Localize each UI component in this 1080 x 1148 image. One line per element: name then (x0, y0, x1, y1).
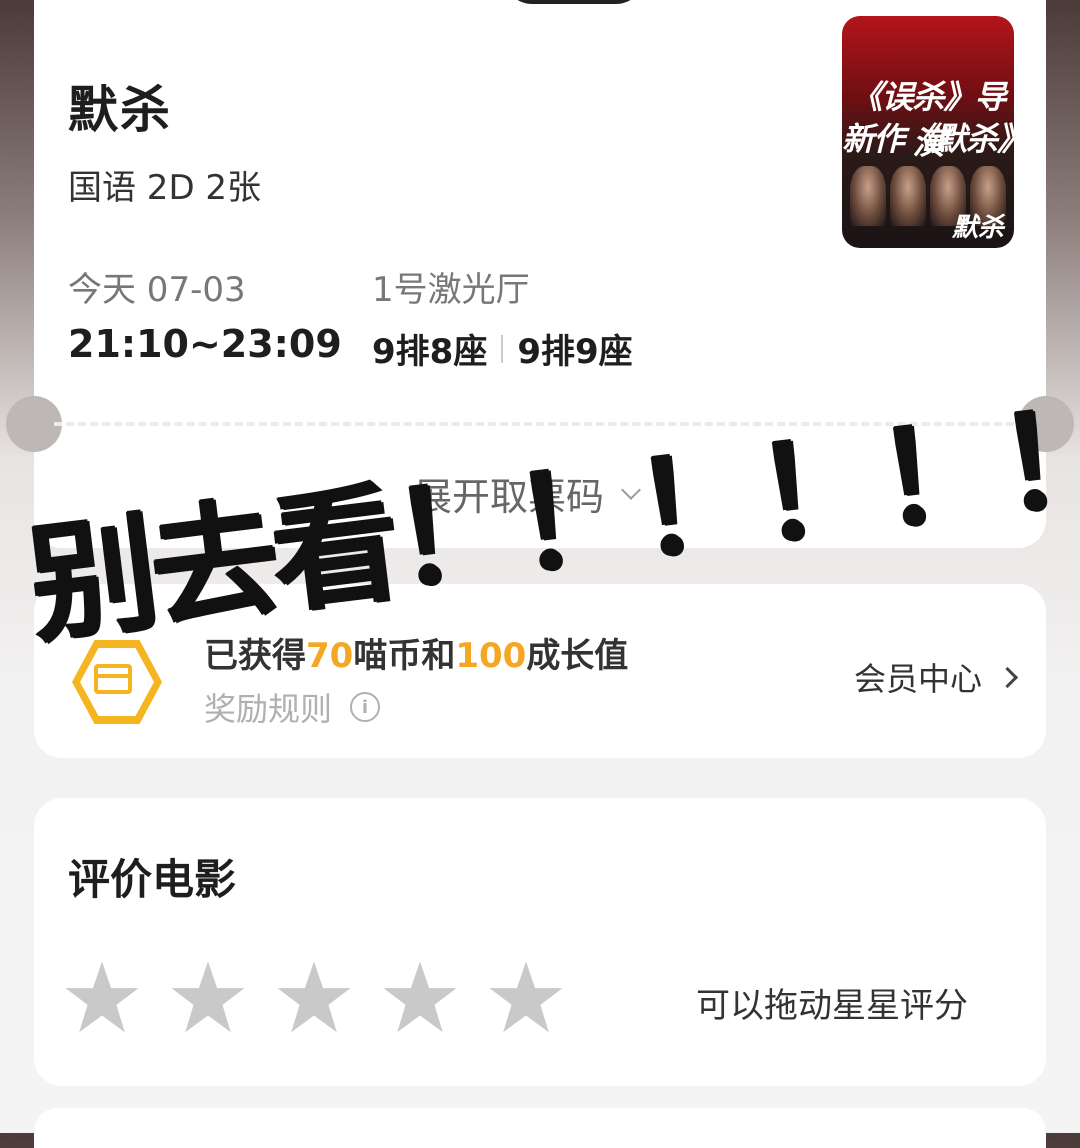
show-time: 21:10~23:09 (68, 322, 342, 366)
star-3-icon[interactable] (277, 961, 351, 1033)
reward-rules-label: 奖励规则 (204, 690, 333, 728)
poster-logo: 默杀 (951, 213, 1004, 243)
reward-summary: 已获得70喵币和100成长值 (204, 628, 628, 677)
rating-card: 评价电影 可以拖动星星评分 (34, 798, 1046, 1086)
reward-coins: 70 (306, 636, 354, 676)
seat-2: 9排9座 (517, 332, 633, 372)
seat-1: 9排8座 (372, 332, 488, 372)
ticket-subtitle: 国语 2D 2张 (68, 168, 262, 208)
star-2-icon[interactable] (171, 961, 245, 1033)
seat-info: 9排8座 9排9座 (372, 324, 633, 373)
info-icon[interactable]: i (350, 692, 381, 722)
top-notch (504, 0, 644, 4)
reward-rules-link[interactable]: 奖励规则 i (204, 684, 381, 730)
rating-hint: 可以拖动星星评分 (696, 986, 968, 1026)
movie-title: 默杀 (68, 81, 172, 139)
member-center-link[interactable]: 会员中心 (854, 654, 1019, 700)
star-rating[interactable] (64, 960, 564, 1036)
chevron-right-icon (996, 666, 1019, 688)
reward-suffix: 成长值 (526, 636, 629, 676)
show-date: 今天 07-03 (68, 270, 246, 310)
reward-growth: 100 (455, 636, 527, 676)
star-5-icon[interactable] (489, 961, 563, 1033)
poster-headline-2: 新作《默杀》 (842, 120, 1014, 158)
star-1-icon[interactable] (65, 961, 139, 1033)
movie-poster[interactable]: 《误杀》导演 新作《默杀》 默杀 (842, 16, 1014, 248)
member-center-label: 会员中心 (854, 660, 983, 698)
reward-middle: 喵币和 (353, 636, 456, 676)
rating-title: 评价电影 (68, 855, 237, 904)
next-card-edge (34, 1108, 1046, 1148)
hall-name: 1号激光厅 (372, 270, 530, 310)
star-4-icon[interactable] (383, 961, 457, 1033)
seat-divider (501, 334, 504, 363)
reward-prefix: 已获得 (204, 636, 306, 676)
